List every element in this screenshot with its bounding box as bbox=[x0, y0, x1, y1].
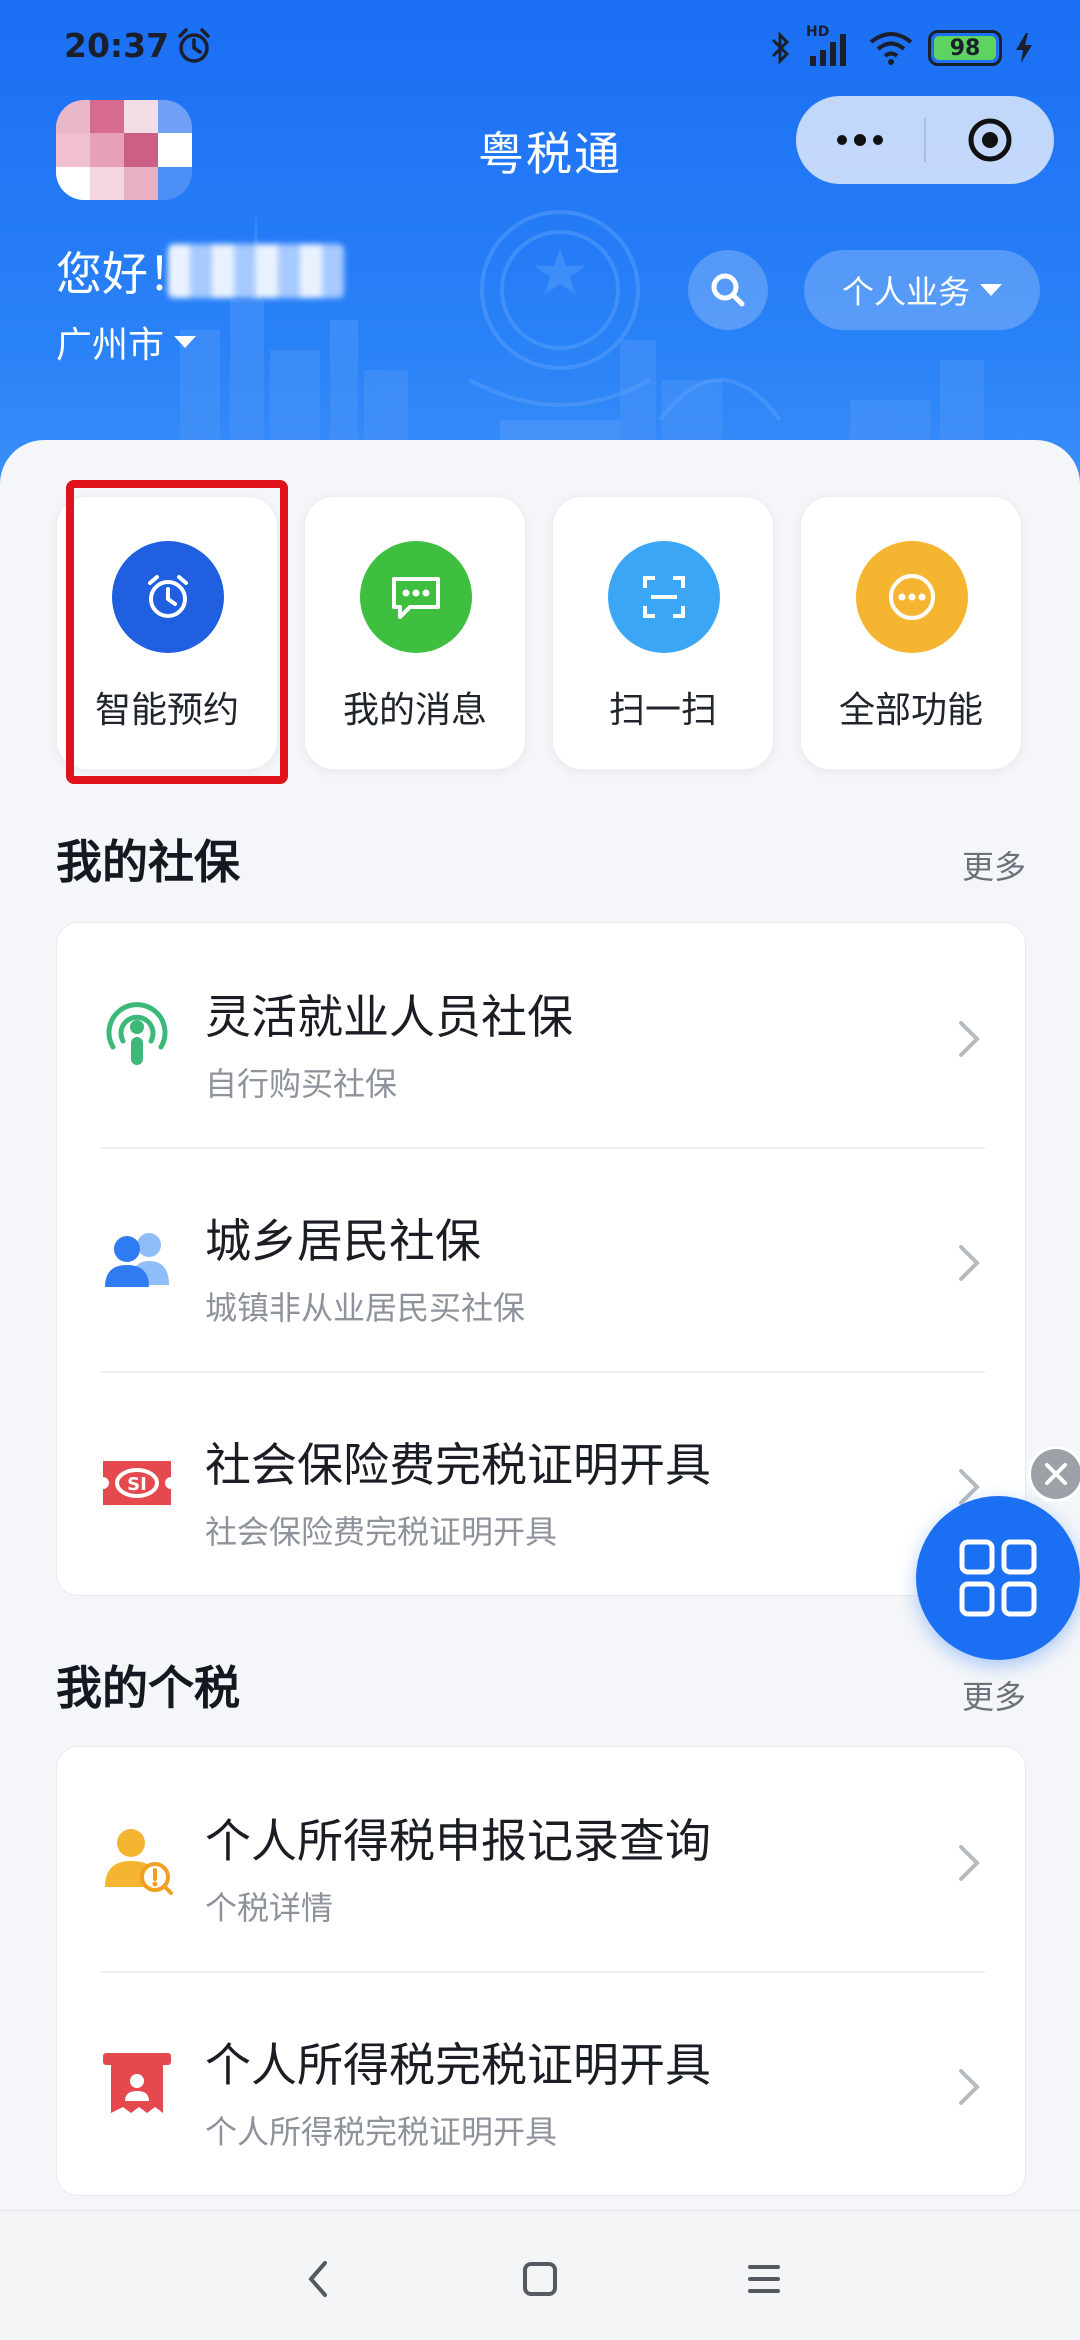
section-title-social-security: 我的社保 bbox=[56, 835, 240, 889]
more-dots-icon bbox=[889, 574, 935, 620]
alarm-clock-icon bbox=[148, 575, 188, 618]
nav-home-button[interactable] bbox=[510, 2249, 570, 2309]
list-item-subtitle: 城镇非从业居民买社保 bbox=[205, 1289, 526, 1327]
quick-action-label: 全部功能 bbox=[838, 690, 983, 731]
dropdown-arrow-icon bbox=[174, 336, 197, 348]
close-icon bbox=[1045, 1463, 1067, 1485]
list-item-subtitle: 个人所得税完税证明开具 bbox=[205, 2113, 558, 2151]
quick-action-my-messages[interactable]: 我的消息 bbox=[304, 496, 526, 770]
wifi-icon bbox=[869, 32, 913, 65]
status-bar: 20:37 HD 98 bbox=[0, 0, 1080, 96]
list-item-title: 个人所得税完税证明开具 bbox=[205, 2038, 711, 2092]
receipt-icon bbox=[103, 2053, 171, 2113]
list-item-tax-payment-certificate[interactable]: 个人所得税完税证明开具 个人所得税完税证明开具 bbox=[57, 1971, 1025, 2195]
social-security-more-link[interactable]: 更多 bbox=[962, 842, 1026, 888]
list-item-social-insurance-certificate[interactable]: SI 社会保险费完税证明开具 社会保险费完税证明开具 bbox=[57, 1371, 1025, 1595]
status-indicators: HD 98 bbox=[770, 24, 1032, 70]
battery-level: 98 bbox=[949, 35, 981, 61]
person-search-icon bbox=[105, 1829, 173, 1895]
chevron-right-icon bbox=[959, 1021, 980, 1057]
back-arrow-icon bbox=[308, 2261, 327, 2297]
mini-program-capsule bbox=[796, 96, 1054, 184]
broadcast-person-icon bbox=[106, 1002, 168, 1065]
home-square-icon bbox=[523, 2262, 557, 2296]
list-item-title: 社会保险费完税证明开具 bbox=[205, 1438, 711, 1492]
search-icon bbox=[711, 273, 745, 307]
section-title-personal-tax: 我的个税 bbox=[56, 1661, 240, 1715]
list-item-title: 个人所得税申报记录查询 bbox=[205, 1814, 711, 1868]
battery-indicator: 98 bbox=[928, 30, 1002, 66]
close-mini-program-button[interactable] bbox=[926, 96, 1054, 184]
dropdown-arrow-icon bbox=[980, 284, 1002, 296]
nav-recents-button[interactable] bbox=[734, 2249, 794, 2309]
scan-icon bbox=[643, 576, 685, 618]
personal-business-selector[interactable]: 个人业务 bbox=[804, 250, 1040, 330]
quick-action-icon-bg bbox=[856, 541, 968, 653]
blurred-username bbox=[168, 244, 344, 298]
charging-icon bbox=[1016, 33, 1032, 63]
city-selector[interactable]: 广州市 bbox=[56, 316, 197, 368]
quick-action-scan[interactable]: 扫一扫 bbox=[552, 496, 774, 770]
nav-back-button[interactable] bbox=[288, 2249, 348, 2309]
quick-action-smart-booking[interactable]: 智能预约 bbox=[56, 496, 278, 770]
floating-close-button[interactable] bbox=[1028, 1446, 1080, 1502]
quick-action-icon-bg bbox=[112, 541, 224, 653]
list-item-subtitle: 自行购买社保 bbox=[205, 1065, 398, 1103]
svg-text:SI: SI bbox=[127, 1474, 147, 1495]
floating-menu-button[interactable] bbox=[916, 1496, 1080, 1660]
menu-lines-icon bbox=[748, 2265, 780, 2293]
list-item-subtitle: 个税详情 bbox=[205, 1889, 334, 1927]
app-title: 粤税通 bbox=[478, 127, 622, 181]
chevron-right-icon bbox=[959, 1245, 980, 1281]
people-icon bbox=[105, 1233, 169, 1287]
quick-action-icon-bg bbox=[608, 541, 720, 653]
target-circle-icon bbox=[968, 118, 1012, 162]
system-navigation-bar bbox=[0, 2210, 1080, 2340]
list-item-title: 城乡居民社保 bbox=[205, 1214, 481, 1268]
list-item-urban-rural-residents[interactable]: 城乡居民社保 城镇非从业居民买社保 bbox=[57, 1147, 1025, 1371]
header: 20:37 HD 98 粤税通 您好！ 广州市 个人业务 bbox=[0, 0, 1080, 500]
list-item-tax-declaration-records[interactable]: 个人所得税申报记录查询 个税详情 bbox=[57, 1747, 1025, 1971]
alarm-status-icon bbox=[178, 28, 210, 63]
more-dots-icon bbox=[837, 134, 883, 146]
avatar[interactable] bbox=[56, 100, 192, 200]
si-ticket-icon: SI bbox=[103, 1461, 171, 1505]
bluetooth-icon bbox=[771, 31, 790, 65]
quick-action-label: 扫一扫 bbox=[608, 690, 717, 731]
city-label: 广州市 bbox=[56, 325, 165, 366]
personal-tax-more-link[interactable]: 更多 bbox=[962, 1672, 1026, 1718]
search-button[interactable] bbox=[688, 250, 768, 330]
chevron-right-icon bbox=[959, 1845, 980, 1881]
quick-action-icon-bg bbox=[360, 541, 472, 653]
quick-action-label: 智能预约 bbox=[94, 690, 239, 731]
list-item-subtitle: 社会保险费完税证明开具 bbox=[205, 1513, 558, 1551]
social-security-list: 灵活就业人员社保 自行购买社保 城乡居民社保 城镇非从业居民买社保 SI 社会保… bbox=[56, 922, 1026, 1596]
list-item-flexible-employment[interactable]: 灵活就业人员社保 自行购买社保 bbox=[57, 923, 1025, 1147]
status-time: 20:37 bbox=[64, 26, 170, 65]
quick-action-label: 我的消息 bbox=[342, 690, 487, 731]
list-item-title: 灵活就业人员社保 bbox=[205, 990, 573, 1044]
personal-tax-list: 个人所得税申报记录查询 个税详情 个人所得税完税证明开具 个人所得税完税证明开具 bbox=[56, 1746, 1026, 2196]
quick-action-all-functions[interactable]: 全部功能 bbox=[800, 496, 1022, 770]
chevron-right-icon bbox=[959, 2069, 980, 2105]
grid-icon bbox=[959, 1539, 1037, 1617]
business-label: 个人业务 bbox=[841, 273, 970, 311]
cell-signal-icon: HD bbox=[806, 24, 854, 68]
more-options-button[interactable] bbox=[796, 96, 924, 184]
chat-bubble-icon bbox=[392, 577, 440, 619]
